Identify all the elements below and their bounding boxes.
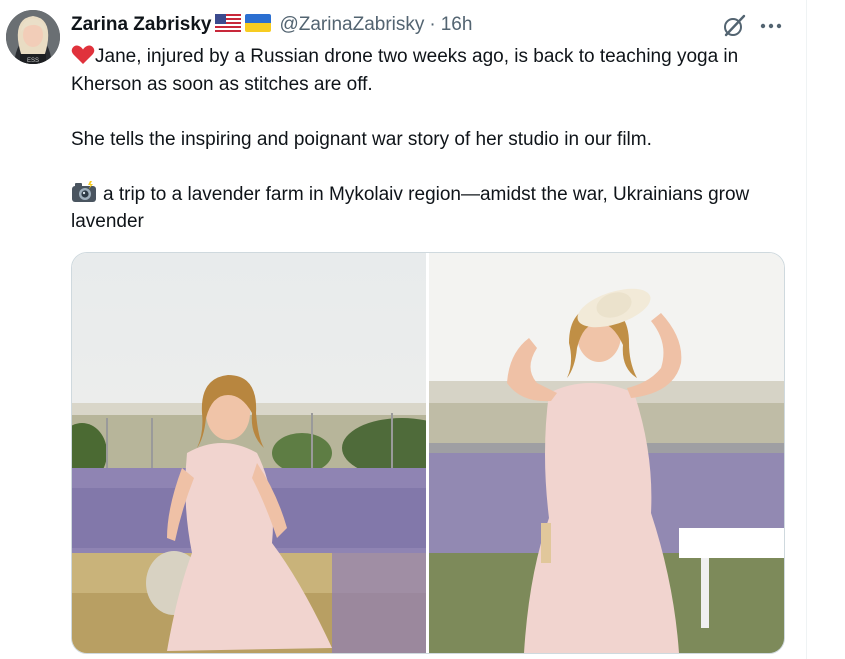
tweet-paragraph-1-text: Jane, injured by a Russian drone two wee… xyxy=(71,46,739,95)
photo-1[interactable] xyxy=(72,253,426,653)
photo-2[interactable] xyxy=(429,253,784,653)
author-handle[interactable]: @ZarinaZabrisky xyxy=(279,14,424,36)
avatar-image: ESS xyxy=(6,10,60,64)
media-grid xyxy=(71,252,785,654)
svg-text:ESS: ESS xyxy=(27,58,39,64)
author-name[interactable]: Zarina Zabrisky xyxy=(71,14,211,36)
grok-icon[interactable] xyxy=(721,13,747,39)
timestamp[interactable]: 16h xyxy=(441,14,473,36)
separator-dot: · xyxy=(429,14,436,35)
tweet-header: Zarina Zabrisky @ZarinaZabrisky · 16h xyxy=(71,12,472,38)
us-flag-icon xyxy=(215,13,242,37)
red-heart-icon xyxy=(71,45,95,65)
tweet-paragraph-2: She tells the inspiring and poignant war… xyxy=(71,128,652,150)
tweet-paragraph-3: a trip to a lavender farm in Mykolaiv re… xyxy=(71,180,801,236)
timeline-divider xyxy=(806,0,807,659)
photo-2-image xyxy=(429,253,784,653)
more-icon[interactable] xyxy=(758,13,784,39)
avatar[interactable]: ESS xyxy=(6,10,60,64)
ukraine-flag-icon xyxy=(245,13,272,37)
photo-1-image xyxy=(72,253,426,653)
camera-with-flash-icon xyxy=(71,180,97,203)
tweet-paragraph-1: Jane, injured by a Russian drone two wee… xyxy=(71,43,801,98)
tweet-text: Jane, injured by a Russian drone two wee… xyxy=(71,43,801,236)
tweet-paragraph-3-text: a trip to a lavender farm in Mykolaiv re… xyxy=(71,183,750,233)
